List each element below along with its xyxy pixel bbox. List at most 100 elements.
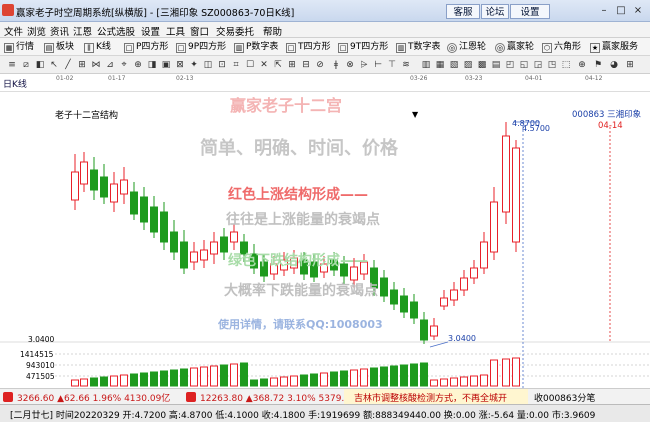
date-tick: 04-01 (525, 75, 543, 82)
bar-info-status: [二月廿七] 时间20220329 开:4.7200 高:4.8700 低:4.… (0, 404, 650, 422)
index-status-bar: 3266.60 ▲62.66 1.96% 4130.09亿 12263.80 ▲… (0, 388, 650, 404)
tb-9p-square-button[interactable]: □ 9P四方形 (176, 40, 226, 54)
tb-service-button[interactable]: ★ 赢家服务 (590, 40, 638, 54)
menu-item-file[interactable]: 文件 (4, 24, 23, 38)
zoom-icon[interactable]: ⊕ (576, 59, 588, 71)
draw-tool-icon[interactable]: ⧄ (20, 59, 32, 71)
settings-button[interactable]: 设置 (510, 4, 550, 19)
candle-body (71, 171, 79, 201)
draw-tool-icon[interactable]: ⊕ (132, 59, 144, 71)
draw-tool-icon[interactable]: ⊞ (286, 59, 298, 71)
sz-index[interactable]: 12263.80 ▲368.72 3.10% 5379.62亿 (200, 391, 365, 404)
draw-tool-icon[interactable]: ▤ (490, 59, 502, 71)
draw-tool-icon[interactable]: ⋈ (90, 59, 102, 71)
tb-sector-button[interactable]: ▤ 板块 (44, 40, 74, 54)
draw-tool-icon[interactable]: ▦ (434, 59, 446, 71)
date-tick: 03-26 (410, 75, 428, 82)
draw-tool-icon[interactable]: ⊘ (314, 59, 326, 71)
draw-tool-icon[interactable]: ▨ (462, 59, 474, 71)
volume-bar (200, 366, 208, 387)
tb-p-table-button[interactable]: ▥ P数字表 (234, 40, 278, 54)
wheel-icon: ◎ (447, 43, 457, 53)
stock-info: 000863 三湘印象 (572, 110, 642, 120)
draw-tool-icon[interactable]: ⊤ (386, 59, 398, 71)
tb-quote-button[interactable]: ▦ 行情 (4, 40, 34, 54)
menu-item-window[interactable]: 窗口 (190, 24, 209, 38)
volume-bar (80, 378, 88, 387)
draw-tool-icon[interactable]: ▣ (160, 59, 172, 71)
volume-bar (310, 373, 318, 387)
draw-tool-icon[interactable]: ◫ (202, 59, 214, 71)
draw-tool-icon[interactable]: ⊡ (216, 59, 228, 71)
maximize-icon[interactable]: □ (613, 3, 629, 19)
minimize-icon[interactable]: – (596, 3, 612, 19)
draw-tool-icon[interactable]: ◱ (518, 59, 530, 71)
menu-item-gann[interactable]: 江恩 (73, 24, 92, 38)
draw-tool-icon[interactable]: ✕ (258, 59, 270, 71)
draw-tool-icon[interactable]: ⇱ (272, 59, 284, 71)
draw-tool-icon[interactable]: ▩ (476, 59, 488, 71)
kline-chart[interactable]: 赢家老子十二宫 老子十二宫结构 ▼ 000863 三湘印象 04-14 4.87… (0, 92, 650, 388)
tb-gann-wheel-button[interactable]: ◎ 江恩轮 (447, 40, 486, 54)
tb-kline-button[interactable]: ⫼ K线 (84, 40, 111, 54)
volume-bar (380, 366, 388, 387)
draw-tool-icon[interactable]: ◰ (504, 59, 516, 71)
menu-item-help[interactable]: 帮助 (263, 24, 282, 38)
dropdown-arrow-icon[interactable]: ▼ (412, 110, 418, 119)
draw-tool-icon[interactable]: ◨ (146, 59, 158, 71)
draw-tool-icon[interactable]: ▥ (420, 59, 432, 71)
menu-item-tools[interactable]: 工具 (166, 24, 185, 38)
draw-tool-icon[interactable]: ⊟ (300, 59, 312, 71)
draw-tool-icon[interactable]: ⊗ (344, 59, 356, 71)
date-tick: 04-12 (585, 75, 603, 82)
draw-tool-icon[interactable]: ◳ (546, 59, 558, 71)
volume-bar (320, 372, 328, 387)
draw-tool-icon[interactable]: ≋ (400, 59, 412, 71)
watermark-line: 绿色下跌结构形成—— (228, 253, 368, 269)
tb-p-square-button[interactable]: □ P四方形 (124, 40, 168, 54)
menu-item-formula[interactable]: 公式选股 (97, 24, 135, 38)
draw-tool-icon[interactable]: ⩥ (358, 59, 370, 71)
draw-tool-icon[interactable]: ⊠ (174, 59, 186, 71)
menu-item-trade[interactable]: 交易委托 (216, 24, 254, 38)
period-label[interactable]: 日K线 (3, 77, 27, 90)
draw-tool-icon[interactable]: ⊿ (104, 59, 116, 71)
draw-tool-icon[interactable]: ☐ (244, 59, 256, 71)
menu-item-browse[interactable]: 浏览 (27, 24, 46, 38)
grid-icon[interactable]: ⊞ (624, 59, 636, 71)
menu-item-settings[interactable]: 设置 (141, 24, 160, 38)
draw-tool-icon[interactable]: ╱ (62, 59, 74, 71)
customer-service-button[interactable]: 客服 (446, 4, 480, 19)
draw-tool-icon[interactable]: ▧ (448, 59, 460, 71)
volume-bar (410, 363, 418, 387)
draw-tool-icon[interactable]: ◲ (532, 59, 544, 71)
draw-tool-icon[interactable]: ◧ (34, 59, 46, 71)
chart-icon[interactable]: ⚑ (592, 59, 604, 71)
tb-winner-wheel-button[interactable]: ◎ 赢家轮 (495, 40, 534, 54)
draw-tool-icon[interactable]: ⌗ (230, 59, 242, 71)
volume-bar (71, 379, 79, 387)
news-marquee[interactable]: 吉林市调整核酸检测方式，不再全城开 (354, 391, 507, 404)
tb-t-table-button[interactable]: ▥ T数字表 (396, 40, 441, 54)
tb-t-square-button[interactable]: □ T四方形 (286, 40, 331, 54)
tb-hexagon-button[interactable]: ⬡ 六角形 (542, 40, 581, 54)
volume-label: 1414515 (20, 350, 54, 359)
candle-body (440, 297, 448, 307)
menu-item-info[interactable]: 资讯 (50, 24, 69, 38)
draw-tool-icon[interactable]: ↖ (48, 59, 60, 71)
pie-icon[interactable]: ◕ (608, 59, 620, 71)
sh-index[interactable]: 3266.60 ▲62.66 1.96% 4130.09亿 (17, 391, 170, 404)
volume-bar (390, 365, 398, 387)
draw-tool-icon[interactable]: ⊞ (76, 59, 88, 71)
draw-tool-icon[interactable]: ⊢ (372, 59, 384, 71)
tb-9t-square-button[interactable]: □ 9T四方形 (338, 40, 388, 54)
ticks-label[interactable]: 收000863分笔 (534, 391, 595, 404)
draw-tool-icon[interactable]: ⬚ (560, 59, 572, 71)
draw-tool-icon[interactable]: ≡ (6, 59, 18, 71)
draw-tool-icon[interactable]: ǂ (330, 59, 342, 71)
forum-button[interactable]: 论坛 (481, 4, 509, 19)
draw-tool-icon[interactable]: ⌖ (118, 59, 130, 71)
draw-tool-icon[interactable]: ✦ (188, 59, 200, 71)
volume-bar (360, 368, 368, 387)
close-icon[interactable]: × (630, 3, 646, 19)
